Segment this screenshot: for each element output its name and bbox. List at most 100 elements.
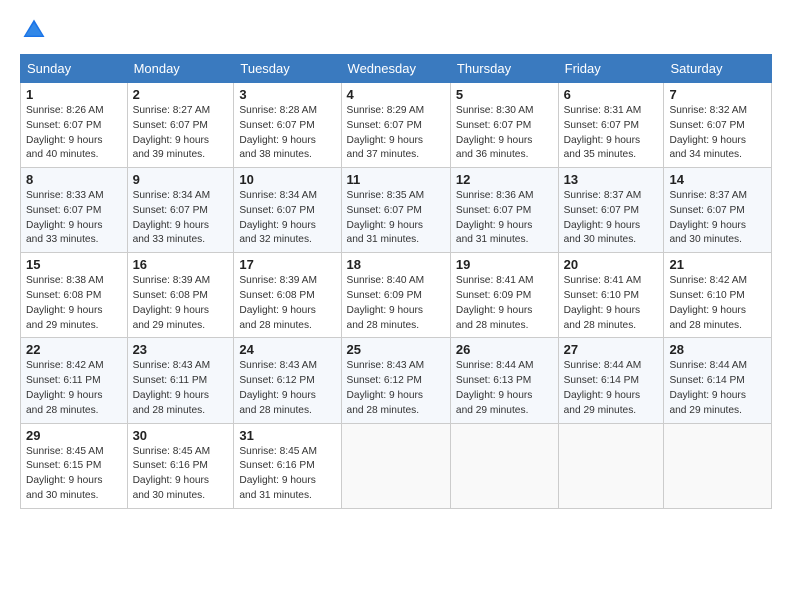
day-info: Sunrise: 8:44 AM Sunset: 6:14 PM Dayligh… bbox=[669, 359, 766, 418]
calendar-table: SundayMondayTuesdayWednesdayThursdayFrid… bbox=[20, 54, 772, 509]
calendar-cell: 3 Sunrise: 8:28 AM Sunset: 6:07 PM Daylig… bbox=[234, 83, 341, 168]
calendar-cell: 15 Sunrise: 8:38 AM Sunset: 6:08 PM Dayli… bbox=[21, 253, 128, 338]
day-info: Sunrise: 8:38 AM Sunset: 6:08 PM Dayligh… bbox=[26, 274, 122, 333]
calendar-cell: 18 Sunrise: 8:40 AM Sunset: 6:09 PM Dayli… bbox=[341, 253, 450, 338]
day-number: 22 bbox=[26, 342, 122, 357]
logo bbox=[20, 16, 52, 44]
calendar-cell: 14 Sunrise: 8:37 AM Sunset: 6:07 PM Dayli… bbox=[664, 168, 772, 253]
day-number: 29 bbox=[26, 428, 122, 443]
page-container: SundayMondayTuesdayWednesdayThursdayFrid… bbox=[0, 0, 792, 519]
calendar-cell bbox=[664, 423, 772, 508]
day-info: Sunrise: 8:26 AM Sunset: 6:07 PM Dayligh… bbox=[26, 104, 122, 163]
header bbox=[20, 16, 772, 44]
calendar-cell: 5 Sunrise: 8:30 AM Sunset: 6:07 PM Daylig… bbox=[450, 83, 558, 168]
day-number: 13 bbox=[564, 172, 659, 187]
day-info: Sunrise: 8:40 AM Sunset: 6:09 PM Dayligh… bbox=[347, 274, 445, 333]
day-number: 11 bbox=[347, 172, 445, 187]
day-info: Sunrise: 8:37 AM Sunset: 6:07 PM Dayligh… bbox=[564, 189, 659, 248]
day-number: 5 bbox=[456, 87, 553, 102]
day-info: Sunrise: 8:45 AM Sunset: 6:15 PM Dayligh… bbox=[26, 445, 122, 504]
calendar-cell: 17 Sunrise: 8:39 AM Sunset: 6:08 PM Dayli… bbox=[234, 253, 341, 338]
weekday-header-saturday: Saturday bbox=[664, 55, 772, 83]
calendar-cell: 25 Sunrise: 8:43 AM Sunset: 6:12 PM Dayli… bbox=[341, 338, 450, 423]
day-info: Sunrise: 8:43 AM Sunset: 6:12 PM Dayligh… bbox=[347, 359, 445, 418]
day-number: 17 bbox=[239, 257, 335, 272]
calendar-cell: 10 Sunrise: 8:34 AM Sunset: 6:07 PM Dayli… bbox=[234, 168, 341, 253]
day-number: 20 bbox=[564, 257, 659, 272]
day-info: Sunrise: 8:44 AM Sunset: 6:14 PM Dayligh… bbox=[564, 359, 659, 418]
day-info: Sunrise: 8:34 AM Sunset: 6:07 PM Dayligh… bbox=[239, 189, 335, 248]
day-info: Sunrise: 8:37 AM Sunset: 6:07 PM Dayligh… bbox=[669, 189, 766, 248]
calendar-cell: 30 Sunrise: 8:45 AM Sunset: 6:16 PM Dayli… bbox=[127, 423, 234, 508]
calendar-cell: 7 Sunrise: 8:32 AM Sunset: 6:07 PM Daylig… bbox=[664, 83, 772, 168]
day-number: 30 bbox=[133, 428, 229, 443]
day-info: Sunrise: 8:34 AM Sunset: 6:07 PM Dayligh… bbox=[133, 189, 229, 248]
calendar-cell: 4Sunrise: 8:29 AM Sunset: 6:07 PM Daylig… bbox=[341, 83, 450, 168]
day-number: 14 bbox=[669, 172, 766, 187]
day-number: 31 bbox=[239, 428, 335, 443]
weekday-header-tuesday: Tuesday bbox=[234, 55, 341, 83]
week-row-3: 15 Sunrise: 8:38 AM Sunset: 6:08 PM Dayli… bbox=[21, 253, 772, 338]
calendar-cell: 16 Sunrise: 8:39 AM Sunset: 6:08 PM Dayli… bbox=[127, 253, 234, 338]
calendar-cell: 31 Sunrise: 8:45 AM Sunset: 6:16 PM Dayli… bbox=[234, 423, 341, 508]
weekday-header-wednesday: Wednesday bbox=[341, 55, 450, 83]
calendar-cell: 13 Sunrise: 8:37 AM Sunset: 6:07 PM Dayli… bbox=[558, 168, 664, 253]
week-row-4: 22 Sunrise: 8:42 AM Sunset: 6:11 PM Dayli… bbox=[21, 338, 772, 423]
day-info: Sunrise: 8:44 AM Sunset: 6:13 PM Dayligh… bbox=[456, 359, 553, 418]
weekday-header-row: SundayMondayTuesdayWednesdayThursdayFrid… bbox=[21, 55, 772, 83]
calendar-cell: 12 Sunrise: 8:36 AM Sunset: 6:07 PM Dayli… bbox=[450, 168, 558, 253]
day-info: Sunrise: 8:35 AM Sunset: 6:07 PM Dayligh… bbox=[347, 189, 445, 248]
calendar-cell: 6Sunrise: 8:31 AM Sunset: 6:07 PM Daylig… bbox=[558, 83, 664, 168]
day-info: Sunrise: 8:39 AM Sunset: 6:08 PM Dayligh… bbox=[133, 274, 229, 333]
calendar-cell bbox=[341, 423, 450, 508]
day-info: Sunrise: 8:33 AM Sunset: 6:07 PM Dayligh… bbox=[26, 189, 122, 248]
day-number: 3 bbox=[239, 87, 335, 102]
day-number: 27 bbox=[564, 342, 659, 357]
day-number: 9 bbox=[133, 172, 229, 187]
day-number: 10 bbox=[239, 172, 335, 187]
day-info: Sunrise: 8:27 AM Sunset: 6:07 PM Dayligh… bbox=[133, 104, 229, 163]
day-number: 1 bbox=[26, 87, 122, 102]
day-info: Sunrise: 8:32 AM Sunset: 6:07 PM Dayligh… bbox=[669, 104, 766, 163]
weekday-header-friday: Friday bbox=[558, 55, 664, 83]
day-info: Sunrise: 8:42 AM Sunset: 6:11 PM Dayligh… bbox=[26, 359, 122, 418]
weekday-header-sunday: Sunday bbox=[21, 55, 128, 83]
calendar-cell: 8 Sunrise: 8:33 AM Sunset: 6:07 PM Daylig… bbox=[21, 168, 128, 253]
day-info: Sunrise: 8:30 AM Sunset: 6:07 PM Dayligh… bbox=[456, 104, 553, 163]
day-info: Sunrise: 8:39 AM Sunset: 6:08 PM Dayligh… bbox=[239, 274, 335, 333]
day-info: Sunrise: 8:41 AM Sunset: 6:10 PM Dayligh… bbox=[564, 274, 659, 333]
day-number: 24 bbox=[239, 342, 335, 357]
day-info: Sunrise: 8:45 AM Sunset: 6:16 PM Dayligh… bbox=[239, 445, 335, 504]
day-number: 15 bbox=[26, 257, 122, 272]
day-info: Sunrise: 8:42 AM Sunset: 6:10 PM Dayligh… bbox=[669, 274, 766, 333]
calendar-cell: 23 Sunrise: 8:43 AM Sunset: 6:11 PM Dayli… bbox=[127, 338, 234, 423]
calendar-cell: 11 Sunrise: 8:35 AM Sunset: 6:07 PM Dayli… bbox=[341, 168, 450, 253]
calendar-cell: 9 Sunrise: 8:34 AM Sunset: 6:07 PM Daylig… bbox=[127, 168, 234, 253]
weekday-header-monday: Monday bbox=[127, 55, 234, 83]
day-info: Sunrise: 8:43 AM Sunset: 6:11 PM Dayligh… bbox=[133, 359, 229, 418]
calendar-cell bbox=[450, 423, 558, 508]
day-number: 12 bbox=[456, 172, 553, 187]
day-number: 25 bbox=[347, 342, 445, 357]
week-row-1: 1 Sunrise: 8:26 AM Sunset: 6:07 PM Daylig… bbox=[21, 83, 772, 168]
week-row-2: 8 Sunrise: 8:33 AM Sunset: 6:07 PM Daylig… bbox=[21, 168, 772, 253]
day-number: 8 bbox=[26, 172, 122, 187]
calendar-cell: 24Sunrise: 8:43 AM Sunset: 6:12 PM Dayli… bbox=[234, 338, 341, 423]
calendar-cell: 21Sunrise: 8:42 AM Sunset: 6:10 PM Dayli… bbox=[664, 253, 772, 338]
day-number: 6 bbox=[564, 87, 659, 102]
calendar-cell: 19Sunrise: 8:41 AM Sunset: 6:09 PM Dayli… bbox=[450, 253, 558, 338]
day-info: Sunrise: 8:45 AM Sunset: 6:16 PM Dayligh… bbox=[133, 445, 229, 504]
day-number: 23 bbox=[133, 342, 229, 357]
day-number: 18 bbox=[347, 257, 445, 272]
day-number: 26 bbox=[456, 342, 553, 357]
day-number: 2 bbox=[133, 87, 229, 102]
day-number: 7 bbox=[669, 87, 766, 102]
day-info: Sunrise: 8:28 AM Sunset: 6:07 PM Dayligh… bbox=[239, 104, 335, 163]
calendar-cell: 29 Sunrise: 8:45 AM Sunset: 6:15 PM Dayli… bbox=[21, 423, 128, 508]
calendar-cell bbox=[558, 423, 664, 508]
calendar-cell: 2 Sunrise: 8:27 AM Sunset: 6:07 PM Daylig… bbox=[127, 83, 234, 168]
day-number: 16 bbox=[133, 257, 229, 272]
day-info: Sunrise: 8:36 AM Sunset: 6:07 PM Dayligh… bbox=[456, 189, 553, 248]
day-number: 4 bbox=[347, 87, 445, 102]
calendar-cell: 26 Sunrise: 8:44 AM Sunset: 6:13 PM Dayli… bbox=[450, 338, 558, 423]
